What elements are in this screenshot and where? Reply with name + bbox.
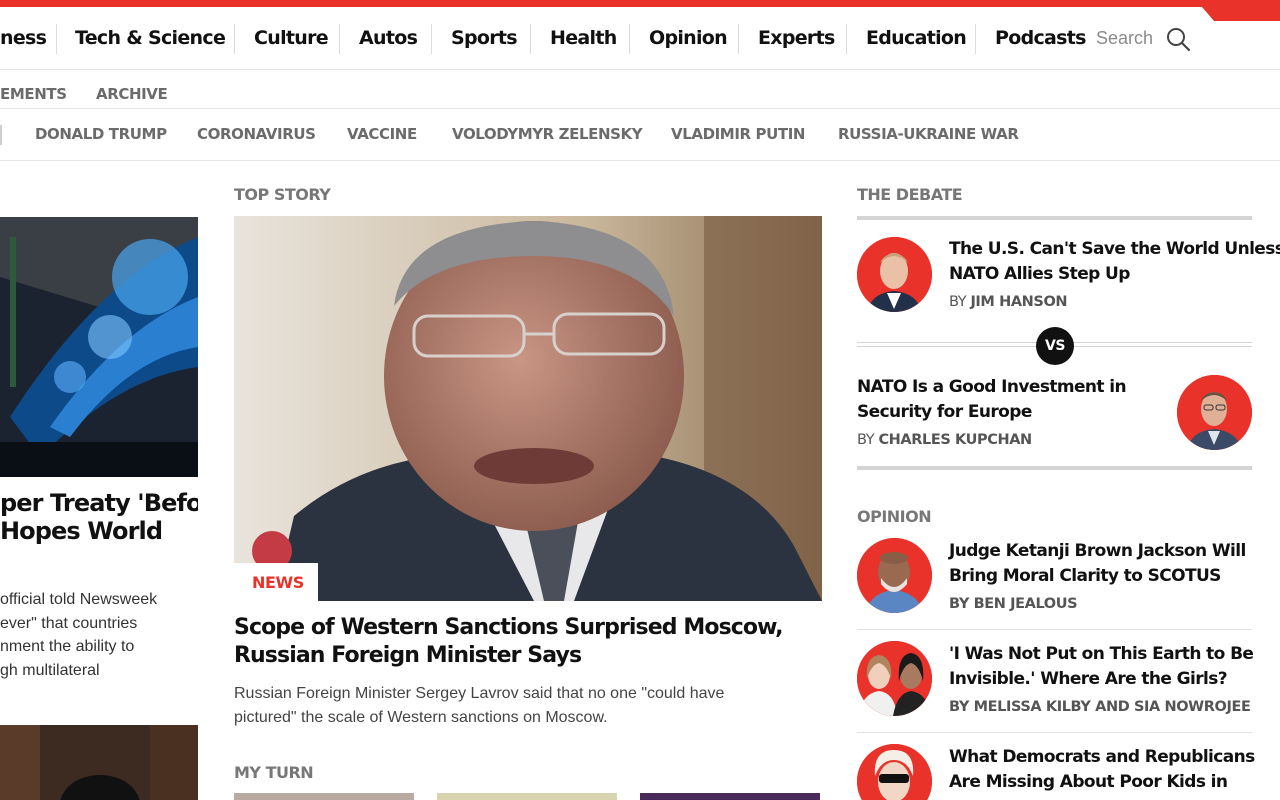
section-divider [857, 216, 1252, 220]
nav-separator [629, 24, 630, 54]
nav-separator [846, 24, 847, 54]
byline: BY CHARLES KUPCHAN [857, 432, 1032, 448]
author-name-link[interactable]: CHARLES KUPCHAN [878, 432, 1032, 448]
headline-line: Judge Ketanji Brown Jackson Will [949, 541, 1246, 561]
news-category-tag[interactable]: NEWS [234, 563, 318, 601]
opinion-headline[interactable]: 'I Was Not Put on This Earth to Be Invis… [949, 642, 1254, 691]
nav-item-health[interactable]: Health [550, 27, 617, 49]
headline-line: What Democrats and Republicans [949, 747, 1255, 767]
nav-separator [530, 24, 531, 54]
summary-line: pictured" the scale of Western sanctions… [234, 708, 608, 726]
section-label-opinion: OPINION [857, 507, 932, 526]
summary-line: gh multilateral [0, 661, 100, 679]
debate-headline[interactable]: The U.S. Can't Save the World Unless NAT… [949, 237, 1280, 286]
top-story-summary: Russian Foreign Minister Sergey Lavrov s… [234, 682, 822, 729]
nav-item-culture[interactable]: Culture [254, 27, 329, 49]
trending-separator [0, 125, 2, 145]
author-avatar[interactable] [857, 641, 932, 716]
my-turn-thumbnail[interactable] [234, 793, 414, 800]
headline-line: NATO Allies Step Up [949, 263, 1130, 284]
nav-item-business[interactable]: ness [0, 27, 47, 49]
trending-topic[interactable]: RUSSIA-UKRAINE WAR [838, 125, 1019, 143]
top-story-headline[interactable]: Scope of Western Sanctions Surprised Mos… [234, 614, 822, 670]
search-label[interactable]: Search [1096, 28, 1153, 49]
trending-topic[interactable]: CORONAVIRUS [197, 125, 316, 143]
sub-nav: EMENTS ARCHIVE [0, 70, 1280, 109]
nav-separator [56, 24, 57, 54]
trending-topic[interactable]: VOLODYMYR ZELENSKY [452, 125, 643, 143]
nav-item-autos[interactable]: Autos [359, 27, 418, 49]
headline-line: NATO Is a Good Investment in [857, 377, 1127, 397]
subnav-item-announcements[interactable]: EMENTS [0, 85, 67, 103]
my-turn-thumbnail[interactable] [640, 793, 820, 800]
author-name-link[interactable]: JIM HANSON [970, 294, 1067, 310]
search-icon[interactable] [1165, 26, 1191, 52]
news-tag-label: NEWS [252, 573, 304, 592]
headline-line: per Treaty 'Before [0, 489, 198, 517]
trending-topic[interactable]: VACCINE [347, 125, 417, 143]
byline: BY JIM HANSON [949, 294, 1068, 310]
author-avatar[interactable] [857, 744, 932, 800]
article-summary: official told Newsweek ever" that countr… [0, 588, 198, 682]
brand-top-bar [0, 0, 1280, 7]
author-avatar[interactable] [1177, 375, 1252, 450]
nav-item-podcasts[interactable]: Podcasts [995, 27, 1086, 49]
nav-separator [234, 24, 235, 54]
trending-topics-bar: DONALD TRUMP CORONAVIRUS VACCINE VOLODYM… [0, 109, 1280, 161]
summary-line: ever" that countries [0, 614, 138, 632]
subnav-item-archive[interactable]: ARCHIVE [96, 85, 168, 103]
vs-badge: VS [1036, 327, 1074, 365]
section-label-my-turn: MY TURN [234, 763, 314, 782]
nav-separator [975, 24, 976, 54]
headline-line: Russian Foreign Minister Says [234, 643, 582, 668]
headline-line: 'I Was Not Put on This Earth to Be [949, 644, 1254, 664]
byline[interactable]: BY MELISSA KILBY AND SIA NOWROJEE [949, 699, 1251, 715]
nav-separator [339, 24, 340, 54]
headline-line: Bring Moral Clarity to SCOTUS [949, 565, 1221, 586]
left-column: per Treaty 'Before Hopes World official … [0, 161, 198, 800]
headline-line: Scope of Western Sanctions Surprised Mos… [234, 615, 784, 640]
headline-line: Invisible.' Where Are the Girls? [949, 668, 1228, 689]
article-image[interactable] [0, 725, 198, 800]
article-headline[interactable]: per Treaty 'Before Hopes World [0, 489, 198, 545]
headline-line: Hopes World [0, 517, 163, 545]
byline-prefix: BY [857, 432, 875, 448]
top-story-image[interactable] [234, 216, 822, 601]
nav-separator [431, 24, 432, 54]
item-divider [857, 629, 1252, 630]
section-label-top-story: TOP STORY [234, 185, 331, 204]
opinion-headline[interactable]: What Democrats and Republicans Are Missi… [949, 745, 1255, 794]
nav-separator [738, 24, 739, 54]
headline-line: The U.S. Can't Save the World Unless [949, 239, 1280, 259]
author-avatar[interactable] [857, 538, 932, 613]
item-divider [857, 732, 1252, 733]
my-turn-thumbnail[interactable] [437, 793, 617, 800]
debate-headline[interactable]: NATO Is a Good Investment in Security fo… [857, 375, 1127, 424]
trending-topic[interactable]: VLADIMIR PUTIN [671, 125, 805, 143]
opinion-headline[interactable]: Judge Ketanji Brown Jackson Will Bring M… [949, 539, 1246, 588]
author-avatar[interactable] [857, 237, 932, 312]
nav-item-sports[interactable]: Sports [451, 27, 518, 49]
summary-line: Russian Foreign Minister Sergey Lavrov s… [234, 685, 725, 702]
headline-line: Are Missing About Poor Kids in [949, 771, 1228, 792]
main-nav: ness Tech & Science Culture Autos Sports… [0, 7, 1280, 70]
byline-prefix: BY [949, 294, 967, 310]
trending-topic[interactable]: DONALD TRUMP [35, 125, 167, 143]
headline-line: Security for Europe [857, 401, 1032, 422]
article-image-control-room[interactable] [0, 217, 198, 477]
summary-line: official told Newsweek [0, 591, 158, 608]
nav-item-experts[interactable]: Experts [758, 27, 835, 49]
nav-item-tech-science[interactable]: Tech & Science [75, 27, 226, 49]
summary-line: nment the ability to [0, 638, 135, 655]
section-divider [857, 466, 1252, 470]
section-label-debate: THE DEBATE [857, 185, 963, 204]
nav-item-opinion[interactable]: Opinion [649, 27, 728, 49]
byline[interactable]: BY BEN JEALOUS [949, 596, 1078, 612]
nav-item-education[interactable]: Education [866, 27, 967, 49]
